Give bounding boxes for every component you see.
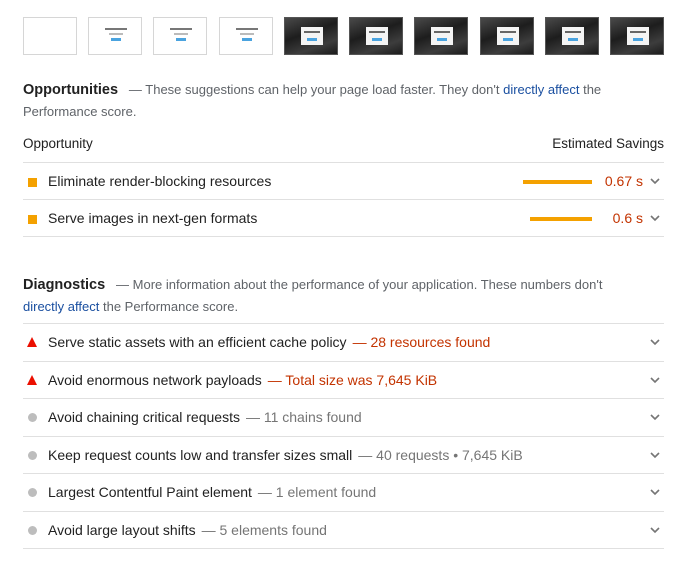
diagnostic-label: Largest Contentful Paint element: [48, 484, 252, 500]
fail-triangle-icon: [27, 337, 37, 347]
info-circle-icon: [28, 526, 37, 535]
diagnostics-description-suffix: the Performance score.: [99, 299, 239, 314]
chevron-down-icon[interactable]: [648, 448, 662, 462]
savings-value: 0.67 s: [604, 173, 643, 189]
diagnostic-row-cache-policy[interactable]: Serve static assets with an efficient ca…: [23, 323, 664, 360]
diagnostic-label-line: Avoid large layout shifts — 5 elements fo…: [48, 522, 327, 538]
diagnostic-row-critical-requests[interactable]: Avoid chaining critical requests — 11 cha…: [23, 398, 664, 435]
fail-triangle-icon: [27, 375, 37, 385]
savings-bar: [523, 180, 592, 184]
opportunity-column-headers: Opportunity Estimated Savings: [23, 136, 664, 162]
diagnostic-label-line: Serve static assets with an efficient ca…: [48, 334, 490, 350]
diagnostic-label-line: Largest Contentful Paint element — 1 elem…: [48, 484, 376, 500]
diagnostic-label-line: Avoid chaining critical requests — 11 cha…: [48, 409, 362, 425]
diagnostic-display-value: — 11 chains found: [245, 409, 362, 425]
diagnostic-row-lcp-element[interactable]: Largest Contentful Paint element — 1 elem…: [23, 473, 664, 510]
diagnostic-row-network-payloads[interactable]: Avoid enormous network payloads — Total s…: [23, 361, 664, 398]
opportunity-label: Eliminate render-blocking resources: [48, 173, 272, 189]
diagnostics-header: Diagnostics — More information about the…: [23, 274, 643, 317]
diagnostic-display-value: — 28 resources found: [352, 334, 491, 350]
warning-square-icon: [28, 178, 37, 187]
diagnostic-label: Serve static assets with an efficient ca…: [48, 334, 347, 350]
divider: [23, 548, 664, 549]
opportunities-description: — These suggestions can help your page l…: [128, 82, 504, 97]
chevron-down-icon[interactable]: [648, 335, 662, 349]
opportunities-title: Opportunities: [23, 82, 119, 98]
diagnostics-title: Diagnostics: [23, 277, 106, 293]
warning-square-icon: [28, 215, 37, 224]
diagnostic-display-value: — 40 requests • 7,645 KiB: [358, 447, 523, 463]
chevron-down-icon[interactable]: [648, 485, 662, 499]
opportunity-label: Serve images in next-gen formats: [48, 210, 258, 226]
diagnostic-row-request-counts[interactable]: Keep request counts low and transfer siz…: [23, 436, 664, 473]
savings-value: 0.6 s: [612, 210, 643, 226]
opportunities-header: Opportunities — These suggestions can he…: [23, 79, 643, 122]
diagnostic-label: Avoid enormous network payloads: [48, 372, 262, 388]
diagnostic-display-value: — Total size was 7,645 KiB: [267, 372, 438, 388]
diagnostic-label-line: Avoid enormous network payloads — Total s…: [48, 372, 437, 388]
opportunity-row-render-blocking[interactable]: Eliminate render-blocking resources 0.67…: [23, 162, 664, 199]
filmstrip-frame: [153, 17, 207, 55]
divider: [23, 236, 664, 237]
filmstrip-frame: [349, 17, 403, 55]
diagnostic-row-layout-shifts[interactable]: Avoid large layout shifts — 5 elements fo…: [23, 511, 664, 548]
diagnostic-label: Avoid large layout shifts: [48, 522, 196, 538]
info-circle-icon: [28, 413, 37, 422]
screenshot-filmstrip: [23, 17, 664, 55]
chevron-down-icon[interactable]: [648, 523, 662, 537]
diagnostic-label-line: Keep request counts low and transfer siz…: [48, 447, 523, 463]
filmstrip-frame: [88, 17, 142, 55]
opportunity-column-header: Opportunity: [23, 136, 93, 151]
diagnostic-display-value: — 1 element found: [257, 484, 377, 500]
filmstrip-frame: [545, 17, 599, 55]
filmstrip-frame: [610, 17, 664, 55]
info-circle-icon: [28, 451, 37, 460]
directly-affect-link[interactable]: directly affect: [503, 82, 579, 97]
filmstrip-frame: [480, 17, 534, 55]
diagnostics-description: — More information about the performance…: [116, 277, 603, 292]
info-circle-icon: [28, 488, 37, 497]
savings-bar: [530, 217, 592, 221]
diagnostic-label: Keep request counts low and transfer siz…: [48, 447, 353, 463]
filmstrip-frame: [219, 17, 273, 55]
filmstrip-frame: [23, 17, 77, 55]
chevron-down-icon[interactable]: [648, 410, 662, 424]
chevron-down-icon[interactable]: [648, 211, 662, 225]
diagnostic-label: Avoid chaining critical requests: [48, 409, 240, 425]
chevron-down-icon[interactable]: [648, 373, 662, 387]
estimated-savings-column-header: Estimated Savings: [552, 136, 664, 151]
filmstrip-frame: [284, 17, 338, 55]
opportunity-row-next-gen-images[interactable]: Serve images in next-gen formats 0.6 s: [23, 199, 664, 236]
diagnostic-display-value: — 5 elements found: [201, 522, 327, 538]
directly-affect-link[interactable]: directly affect: [23, 299, 99, 314]
filmstrip-frame: [414, 17, 468, 55]
chevron-down-icon[interactable]: [648, 174, 662, 188]
